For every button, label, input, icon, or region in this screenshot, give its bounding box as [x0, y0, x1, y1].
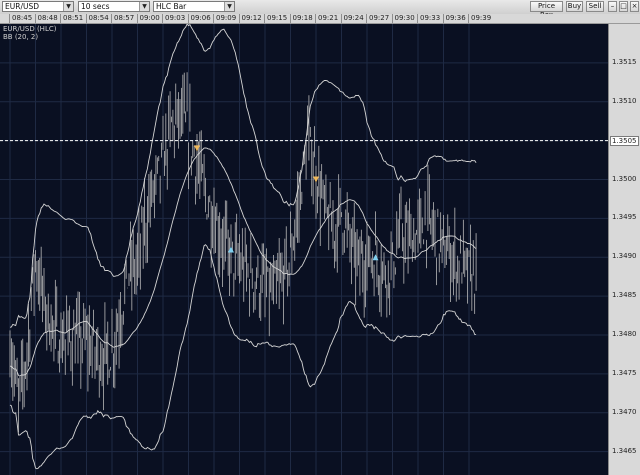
time-label: 08:57	[114, 14, 135, 22]
time-tick	[34, 14, 36, 23]
time-tick	[162, 14, 163, 23]
restore-button[interactable]: □	[619, 1, 628, 12]
price-label: 1.3485	[612, 291, 637, 300]
current-price-label: 1.3505	[610, 135, 639, 146]
legend-main: EUR/USD (HLC)	[3, 25, 57, 33]
price-axis: 1.3515 1.3510 1.3505 1.3500 1.3495 1.3490 1.34…	[608, 24, 640, 475]
time-label: 09:39	[471, 14, 492, 22]
interval-select-value: 10 secs	[81, 2, 110, 11]
time-label: 08:54	[88, 14, 109, 22]
price-label: 1.3465	[612, 446, 637, 455]
time-tick	[340, 14, 342, 23]
chevron-down-icon[interactable]: ▼	[63, 2, 73, 11]
chart-style-select[interactable]: HLC Bar ▼	[153, 1, 235, 12]
time-label: 09:03	[165, 14, 186, 22]
time-tick	[60, 14, 61, 23]
buy-button[interactable]: Buy	[566, 1, 583, 12]
close-icon: ×	[631, 2, 638, 10]
time-tick	[468, 14, 469, 23]
time-label: 09:27	[369, 14, 390, 22]
chart-toolbar: EUR/USD ▼ 10 secs ▼ HLC Bar ▼ Price Box …	[0, 0, 640, 19]
time-tick	[136, 14, 138, 23]
price-label: 1.3475	[612, 368, 637, 377]
legend-indicator: BB (20, 2)	[3, 33, 38, 41]
price-chart[interactable]: EUR/USD (HLC) BB (20, 2)	[0, 24, 608, 475]
time-label: 09:24	[343, 14, 364, 22]
price-label: 1.3495	[612, 213, 637, 222]
time-tick	[85, 14, 87, 23]
price-label: 1.3470	[612, 407, 637, 416]
close-button[interactable]: ×	[630, 1, 639, 12]
time-axis: 08:45 08:48 08:51 08:54 08:57 09:00 09:03 09:06…	[0, 14, 640, 24]
chevron-down-icon[interactable]: ▼	[224, 2, 234, 11]
time-tick	[391, 14, 393, 23]
symbol-select[interactable]: EUR/USD ▼	[2, 1, 74, 12]
time-label: 09:00	[139, 14, 160, 22]
time-label: 09:12	[241, 14, 262, 22]
time-tick	[264, 14, 265, 23]
time-label: 08:45	[12, 14, 33, 22]
time-tick	[366, 14, 367, 23]
minimize-icon: –	[610, 2, 615, 10]
time-tick	[289, 14, 291, 23]
time-tick	[315, 14, 316, 23]
time-label: 09:33	[420, 14, 441, 22]
chart-style-select-value: HLC Bar	[156, 2, 187, 11]
interval-select[interactable]: 10 secs ▼	[78, 1, 150, 12]
sell-button[interactable]: Sell	[586, 1, 604, 12]
chevron-down-icon[interactable]: ▼	[139, 2, 149, 11]
time-label: 09:30	[394, 14, 415, 22]
price-box-button[interactable]: Price Box	[530, 1, 563, 19]
time-label: 09:21	[318, 14, 339, 22]
time-tick	[213, 14, 214, 23]
price-label: 1.3500	[612, 174, 637, 183]
time-tick	[9, 14, 10, 23]
price-label: 1.3490	[612, 252, 637, 261]
time-tick	[111, 14, 112, 23]
time-label: 09:18	[292, 14, 313, 22]
minimize-button[interactable]: –	[608, 1, 617, 12]
price-label: 1.3510	[612, 96, 637, 105]
chart-background	[0, 24, 608, 475]
time-tick	[238, 14, 240, 23]
time-tick	[187, 14, 189, 23]
price-label: 1.3515	[612, 57, 637, 66]
time-tick	[417, 14, 418, 23]
time-label: 09:36	[445, 14, 466, 22]
price-label: 1.3480	[612, 330, 637, 339]
time-label: 09:06	[190, 14, 211, 22]
time-label: 09:09	[216, 14, 237, 22]
restore-icon: □	[620, 2, 627, 10]
time-label: 08:48	[37, 14, 58, 22]
time-label: 09:15	[267, 14, 288, 22]
symbol-select-value: EUR/USD	[5, 2, 39, 11]
time-label: 08:51	[63, 14, 84, 22]
time-tick	[442, 14, 444, 23]
